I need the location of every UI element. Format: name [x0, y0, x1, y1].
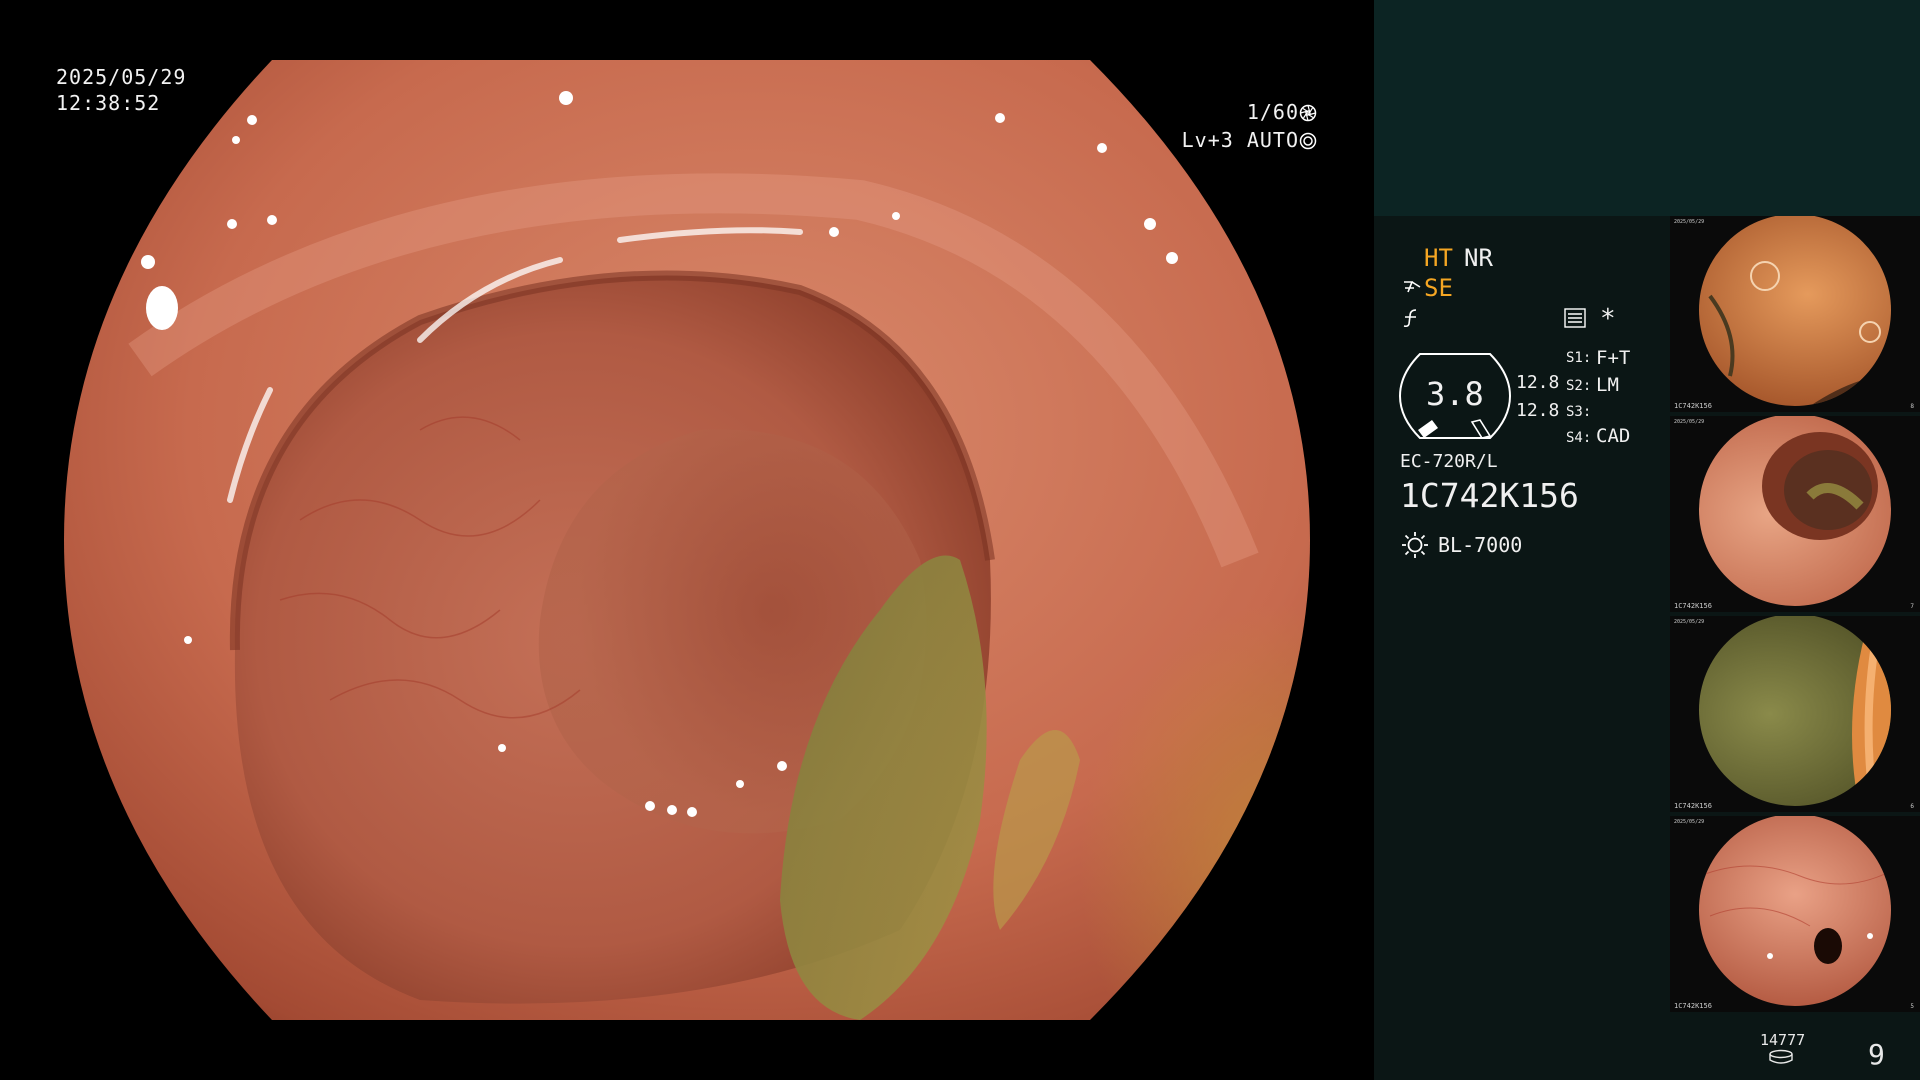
- endoscope-main-view: 2025/05/29 12:38:52 1/60 Lv+3 AUTO: [0, 0, 1372, 1080]
- thumbnail-4[interactable]: 2025/05/29 1C742K156 5: [1670, 816, 1920, 1012]
- enhancement-icon: [1402, 278, 1422, 300]
- thumbnail-serial: 1C742K156: [1674, 602, 1712, 610]
- nr-label: NR: [1464, 244, 1493, 272]
- function-icon: [1402, 308, 1422, 332]
- scope-model: EC-720R/L: [1400, 451, 1498, 472]
- s4-value: CAD: [1596, 425, 1631, 447]
- s2-value: LM: [1596, 374, 1619, 396]
- thumbnail-date: 2025/05/29: [1674, 419, 1705, 425]
- shutter-readout: 1/60: [1247, 99, 1317, 125]
- thumbnail-index: 7: [1910, 603, 1914, 610]
- thumbnail-date: 2025/05/29: [1674, 819, 1705, 825]
- s4-key: S4:: [1566, 430, 1592, 446]
- storage-counter: 14777: [1760, 1031, 1805, 1069]
- s3-key: S3:: [1566, 404, 1592, 420]
- s1-key: S1:: [1566, 350, 1592, 366]
- storage-icon: [1768, 1049, 1805, 1069]
- thumbnail-1[interactable]: 2025/05/29 1C742K156 8: [1670, 216, 1920, 412]
- level-text: Lv+3: [1181, 128, 1234, 152]
- page-number: 9: [1868, 1038, 1885, 1071]
- thumbnail-3[interactable]: 2025/05/29 1C742K156 6: [1670, 616, 1920, 812]
- thumbnail-index: 5: [1910, 1003, 1914, 1010]
- date-text: 2025/05/29: [56, 65, 187, 89]
- thumbnail-index: 6: [1910, 803, 1914, 810]
- level-readout: Lv+3 AUTO: [1182, 127, 1317, 153]
- thumbnail-date: 2025/05/29: [1674, 219, 1705, 225]
- aperture-icon: [1299, 100, 1317, 124]
- shutter-text: 1/60: [1246, 100, 1299, 124]
- thumbnail-serial: 1C742K156: [1674, 802, 1712, 810]
- s1-value: F+T: [1596, 347, 1631, 369]
- scope-serial: 1C742K156: [1400, 476, 1579, 515]
- endoscopic-image: [64, 60, 1310, 1020]
- light-source-model: BL-7000: [1438, 533, 1523, 557]
- ht-label: HT: [1424, 244, 1453, 272]
- thumbnail-serial: 1C742K156: [1674, 402, 1712, 410]
- counter-text: 14777: [1760, 1031, 1806, 1049]
- gauge-value: 3.8: [1426, 375, 1484, 413]
- thumbnail-index: 8: [1910, 403, 1914, 410]
- iris-icon: [1299, 128, 1317, 152]
- time-text: 12:38:52: [56, 91, 161, 115]
- panel-header-area: [1374, 0, 1920, 216]
- mode-text: AUTO: [1246, 128, 1299, 152]
- s2-key: S2:: [1566, 378, 1592, 394]
- thumbnail-serial: 1C742K156: [1674, 1002, 1712, 1010]
- range-value-1: 12.8: [1516, 372, 1560, 393]
- menu-icon: [1564, 308, 1586, 332]
- light-source-icon: [1400, 530, 1430, 564]
- thumbnail-date: 2025/05/29: [1674, 619, 1705, 625]
- se-label: SE: [1424, 274, 1453, 302]
- asterisk-icon: *: [1600, 304, 1616, 334]
- datetime-readout: 2025/05/29 12:38:52: [56, 64, 186, 116]
- thumbnail-2[interactable]: 2025/05/29 1C742K156 7: [1670, 416, 1920, 612]
- range-value-2: 12.8: [1516, 400, 1560, 421]
